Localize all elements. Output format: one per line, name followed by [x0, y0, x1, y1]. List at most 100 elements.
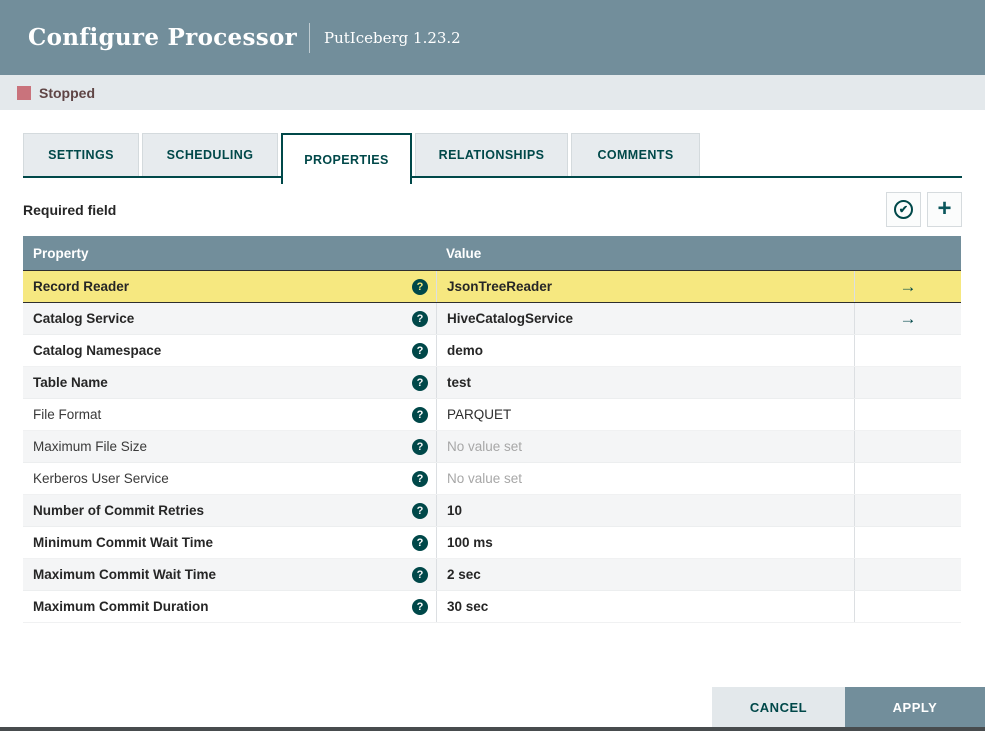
property-cell: Minimum Commit Wait Time ?: [23, 527, 436, 558]
processor-type-version: PutIceberg 1.23.2: [324, 28, 461, 47]
property-name: Maximum File Size: [33, 439, 148, 454]
help-icon[interactable]: ?: [412, 278, 428, 295]
property-name: Record Reader: [33, 279, 130, 294]
property-value: test: [447, 375, 472, 390]
value-cell: HiveCatalogService: [436, 303, 854, 334]
table-row[interactable]: Maximum Commit Wait Time ? 2 sec →: [23, 559, 961, 591]
action-cell: →: [854, 591, 961, 622]
property-name: Maximum Commit Duration: [33, 599, 209, 614]
check-circle-icon: ✔: [894, 200, 913, 219]
help-icon[interactable]: ?: [412, 566, 428, 583]
property-name: Maximum Commit Wait Time: [33, 567, 217, 582]
configure-processor-dialog: Configure Processor PutIceberg 1.23.2 St…: [0, 0, 985, 731]
property-name: Kerberos User Service: [33, 471, 169, 486]
table-row[interactable]: Minimum Commit Wait Time ? 100 ms →: [23, 527, 961, 559]
table-row[interactable]: Kerberos User Service ? No value set →: [23, 463, 961, 495]
dialog-bottom-edge: [0, 727, 985, 731]
property-cell: Maximum File Size ?: [23, 431, 436, 462]
action-cell: →: [854, 431, 961, 462]
value-cell: JsonTreeReader: [436, 271, 854, 302]
table-header-row: Property Value: [23, 236, 961, 270]
table-row[interactable]: Catalog Service ? HiveCatalogService →: [23, 303, 961, 335]
help-icon[interactable]: ?: [412, 342, 428, 359]
value-cell: demo: [436, 335, 854, 366]
property-name: Minimum Commit Wait Time: [33, 535, 214, 550]
property-cell: Catalog Namespace ?: [23, 335, 436, 366]
help-icon[interactable]: ?: [412, 598, 428, 615]
help-icon[interactable]: ?: [412, 406, 428, 423]
table-row[interactable]: Table Name ? test →: [23, 367, 961, 399]
property-value: PARQUET: [447, 407, 512, 422]
property-value: 2 sec: [447, 567, 481, 582]
property-name: File Format: [33, 407, 102, 422]
tab-properties[interactable]: PROPERTIES: [281, 133, 412, 184]
value-cell: No value set: [436, 431, 854, 462]
action-cell: →: [854, 367, 961, 398]
property-value: 10: [447, 503, 463, 518]
table-row[interactable]: Maximum Commit Duration ? 30 sec →: [23, 591, 961, 623]
plus-icon: +: [937, 194, 952, 222]
tab-settings[interactable]: SETTINGS: [23, 133, 139, 176]
column-header-value: Value: [446, 245, 482, 261]
required-field-label: Required field: [23, 201, 117, 218]
table-row[interactable]: Maximum File Size ? No value set →: [23, 431, 961, 463]
go-to-service-icon[interactable]: →: [900, 309, 917, 329]
value-cell: 2 sec: [436, 559, 854, 590]
table-row[interactable]: Number of Commit Retries ? 10 →: [23, 495, 961, 527]
value-cell: 100 ms: [436, 527, 854, 558]
help-icon[interactable]: ?: [412, 502, 428, 519]
property-cell: Record Reader ?: [23, 271, 436, 302]
verify-properties-button[interactable]: ✔: [886, 192, 921, 227]
dialog-title: Configure Processor: [28, 24, 298, 51]
help-icon[interactable]: ?: [412, 438, 428, 455]
property-value: No value set: [447, 471, 523, 486]
property-cell: Catalog Service ?: [23, 303, 436, 334]
property-name: Number of Commit Retries: [33, 503, 205, 518]
tab-bar: SETTINGS SCHEDULING PROPERTIES RELATIONS…: [23, 133, 962, 184]
value-cell: 30 sec: [436, 591, 854, 622]
table-row[interactable]: File Format ? PARQUET →: [23, 399, 961, 431]
property-value: No value set: [447, 439, 523, 454]
help-icon[interactable]: ?: [412, 534, 428, 551]
tab-relationships[interactable]: RELATIONSHIPS: [415, 133, 568, 176]
help-icon[interactable]: ?: [412, 310, 428, 327]
table-row[interactable]: Record Reader ? JsonTreeReader →: [23, 270, 961, 303]
action-cell: →: [854, 495, 961, 526]
value-cell: No value set: [436, 463, 854, 494]
help-icon[interactable]: ?: [412, 470, 428, 487]
action-cell: →: [854, 399, 961, 430]
apply-button[interactable]: APPLY: [845, 687, 985, 727]
property-cell: Table Name ?: [23, 367, 436, 398]
property-table-body: Record Reader ? JsonTreeReader → Catalog…: [23, 270, 961, 623]
value-cell: PARQUET: [436, 399, 854, 430]
action-cell: →: [854, 271, 961, 302]
action-cell: →: [854, 463, 961, 494]
action-cell: →: [854, 335, 961, 366]
status-label: Stopped: [39, 84, 95, 101]
property-value: 30 sec: [447, 599, 489, 614]
tab-comments[interactable]: COMMENTS: [571, 133, 700, 176]
properties-toolbar: Required field ✔ +: [23, 192, 962, 227]
tab-scheduling[interactable]: SCHEDULING: [142, 133, 278, 176]
add-property-button[interactable]: +: [927, 192, 962, 227]
column-header-property: Property: [33, 245, 89, 261]
cancel-button[interactable]: CANCEL: [712, 687, 845, 727]
go-to-service-icon[interactable]: →: [900, 277, 917, 297]
property-name: Catalog Namespace: [33, 343, 162, 358]
value-cell: 10: [436, 495, 854, 526]
property-value: JsonTreeReader: [447, 279, 553, 294]
dialog-content: SETTINGS SCHEDULING PROPERTIES RELATIONS…: [0, 133, 985, 623]
status-bar: Stopped: [0, 75, 985, 110]
property-value: 100 ms: [447, 535, 493, 550]
properties-table: Property Value Record Reader ? JsonTreeR…: [23, 236, 961, 623]
table-row[interactable]: Catalog Namespace ? demo →: [23, 335, 961, 367]
property-name: Catalog Service: [33, 311, 135, 326]
help-icon[interactable]: ?: [412, 374, 428, 391]
dialog-header: Configure Processor PutIceberg 1.23.2: [0, 0, 985, 75]
property-cell: Maximum Commit Duration ?: [23, 591, 436, 622]
property-value: HiveCatalogService: [447, 311, 574, 326]
property-cell: Kerberos User Service ?: [23, 463, 436, 494]
title-divider: [309, 22, 311, 53]
dialog-footer: CANCEL APPLY: [712, 687, 985, 727]
property-cell: Number of Commit Retries ?: [23, 495, 436, 526]
